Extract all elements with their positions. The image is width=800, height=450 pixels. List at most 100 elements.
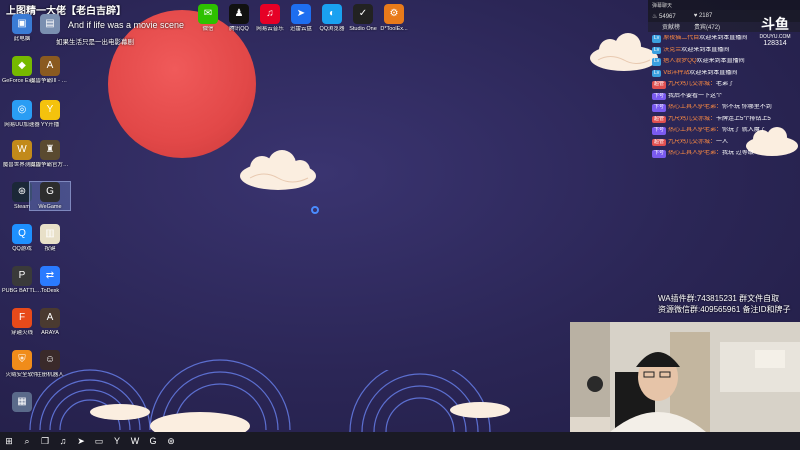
chat-text: 卡牌连上5个排钻上5 [716, 115, 771, 122]
desktop-icon[interactable]: ☺ 注册机器人 [30, 350, 70, 378]
chat-username[interactable]: 原夜猫二代目 [663, 35, 699, 41]
chat-text: 欢迎来到本直播间 [681, 46, 730, 53]
ad-text-line1: WA插件群:743815231 群文件自取 [658, 294, 780, 303]
desktop-icon-label: D*ToolEx... [380, 26, 408, 32]
pubg-icon: P [12, 266, 32, 286]
user-badge: Lv [652, 69, 662, 77]
desktop-icon-label: 按键 [44, 246, 56, 252]
chat-text: 欢迎来到本直播间 [696, 58, 745, 64]
douyu-logo-text: 斗鱼 [761, 16, 789, 32]
chat-username[interactable]: VB洋秤站 [663, 70, 689, 76]
file-explorer-icon[interactable]: ▭ [90, 432, 108, 450]
desktop-icon-label: 注册机器人 [36, 372, 64, 378]
chat-username[interactable]: 沃克兰 [663, 47, 681, 53]
app-icon: ▦ [12, 392, 32, 412]
chat-text: 一人 [716, 138, 729, 145]
cloud-decoration [240, 150, 316, 190]
user-badge: 下号 [652, 104, 667, 112]
desktop-icon[interactable]: ▤ [30, 14, 70, 36]
chat-text: 老弟了 [716, 81, 735, 87]
user-badge: Lv [652, 46, 662, 54]
tab-vip[interactable]: 贵宾(472) [694, 22, 720, 32]
chat-message: Lv VB洋秤站欢迎来到本直播间 [652, 69, 796, 77]
chat-username[interactable]: 热心工具人驴老弟： [668, 104, 722, 110]
red-sun-wallpaper [108, 10, 256, 158]
chat-username[interactable]: 热心工具人驴老弟： [668, 150, 722, 156]
araya-icon: A [40, 308, 60, 328]
task-view-icon[interactable]: ❐ [36, 432, 54, 450]
search-icon[interactable]: ⌕ [18, 432, 36, 450]
webcam-feed [570, 322, 800, 432]
chat-text: 我后不要看一下这个 [668, 92, 723, 99]
chat-message: 超管 九尺鸡儿交赤城：老弟了 [652, 81, 796, 89]
wc-platform-icon: ♜ [40, 140, 60, 160]
chat-text: 我玩 过等级 [722, 150, 754, 156]
wow-icon[interactable]: W [126, 432, 144, 450]
steam-icon: ⊛ [12, 182, 32, 202]
user-badge: 超管 [652, 138, 667, 146]
wegame-icon[interactable]: G [144, 432, 162, 450]
desktop-icon[interactable]: ⚙ D*ToolEx... [374, 4, 414, 32]
chat-text: 你玩了 就入魔了 [722, 127, 766, 133]
wow-icon: W [12, 140, 32, 160]
mouse-cursor-icon [311, 206, 319, 214]
note-icon: ▥ [40, 224, 60, 244]
desktop-icon-label: ToDesk [40, 288, 60, 294]
avatar-icon: ☺ [40, 350, 60, 370]
chat-message: Lv 痞人浪梦QQ欢迎来到本直播间 [652, 58, 796, 66]
chat-username[interactable]: 痞人浪梦QQ [663, 58, 696, 64]
desktop-icon-label: 魔兽争霸III - 快捷方式 [30, 78, 70, 84]
chat-text: 欢迎来到本直播间 [699, 35, 748, 41]
yy-icon[interactable]: Y [108, 432, 126, 450]
cf-icon: F [12, 308, 32, 328]
tab-contribution[interactable]: 贡献榜 [662, 22, 680, 32]
desktop[interactable]: 上图精一大佬【老白吉辟】 And if life was a movie sce… [0, 0, 800, 432]
chat-username[interactable]: 九尺鸡儿交赤城： [668, 139, 716, 145]
wave-decoration [29, 359, 291, 432]
chat-username[interactable]: 热心工具人驴老弟： [668, 127, 722, 133]
desktop-icon[interactable]: ♜ 魔兽争霸官方对战平台 [30, 140, 70, 168]
desktop-icon-label: ARAYA [41, 330, 59, 336]
chat-message: 超管 九尺鸡儿交赤城：一人 [652, 138, 796, 146]
huorong-icon: ⛨ [12, 350, 32, 370]
desktop-icon-label: 魔兽争霸官方对战平台 [30, 162, 70, 168]
user-badge: Lv [652, 58, 662, 66]
chat-message: 下号 热心工具人驴老弟：你不玩 你哪里不到 [652, 104, 796, 112]
desktop-icon-label: 此电脑 [13, 36, 31, 42]
desktop-icon[interactable]: ▥ 按键 [30, 224, 70, 252]
warcraft-icon: A [40, 56, 60, 76]
netease-music-icon[interactable]: ♫ [54, 432, 72, 450]
geforce-icon: ◆ [12, 56, 32, 76]
qqbrowser-icon: ◐ [322, 4, 342, 24]
chat-message: 超管 九尺鸡儿交赤城：卡牌连上5个排钻上5 [652, 115, 796, 123]
user-badge: 超管 [652, 81, 667, 89]
desktop-icon[interactable]: ⇄ ToDesk [30, 266, 70, 294]
chat-message: 下号 我后不要看一下这个 [652, 92, 796, 100]
chat-message: 下号 热心工具人驴老弟：我玩 过等级 [652, 150, 796, 158]
chat-text: 欢迎来到本直播间 [689, 69, 738, 76]
chat-message: 下号 热心工具人驴老弟：你玩了 就入魔了 [652, 127, 796, 135]
lyric-caption-cn: 如果生活只是一出电影幕剧 [56, 39, 134, 46]
user-badge: 下号 [652, 127, 667, 135]
user-badge: 下号 [652, 92, 667, 100]
chat-header: 弹幕聊天 [648, 0, 800, 10]
desktop-icon[interactable]: A 魔兽争霸III - 快捷方式 [30, 56, 70, 84]
studio-one-icon: ✓ [353, 4, 373, 24]
chat-username[interactable]: 九尺鸡儿交赤城： [668, 116, 716, 122]
qqgame-icon: Q [12, 224, 32, 244]
todesk-icon: ⇄ [40, 266, 60, 286]
viewer-count: ♨ 54967 [652, 13, 676, 20]
douyu-logo: 斗鱼 DOUYU.COM 128314 [756, 14, 794, 52]
fan-count: ♥ 2187 [693, 13, 713, 19]
desktop-icon[interactable]: G WeGame [29, 181, 71, 211]
desktop-icon[interactable]: A ARAYA [30, 308, 70, 336]
xunlei-icon[interactable]: ➤ [72, 432, 90, 450]
windows-start-icon[interactable]: ⊞ [0, 432, 18, 450]
file-icon: ▤ [40, 14, 60, 34]
desktop-icon-label: WeGame [38, 204, 62, 210]
xunlei-icon: ➤ [291, 4, 311, 24]
steam-icon[interactable]: ⊛ [162, 432, 180, 450]
desktop-icon[interactable]: Y YY开播 [30, 100, 70, 128]
chat-username[interactable]: 九尺鸡儿交赤城： [668, 81, 716, 87]
desktop-icon[interactable]: ▦ [2, 392, 42, 414]
